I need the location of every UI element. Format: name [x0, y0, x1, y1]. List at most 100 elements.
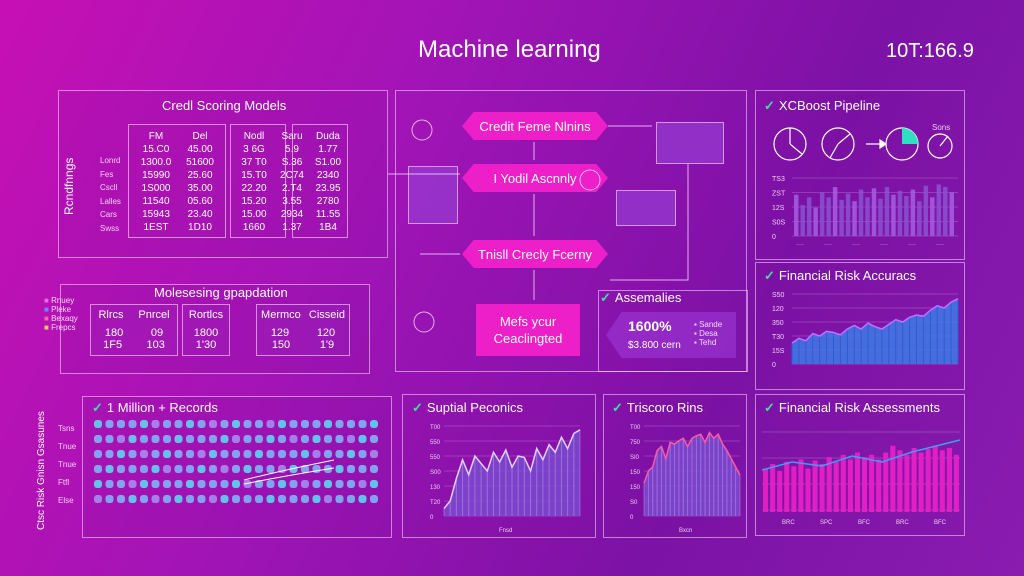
record-dot [128, 420, 137, 428]
record-dot [358, 435, 367, 443]
record-dot [163, 480, 171, 488]
record-dot [266, 435, 275, 443]
record-dot [197, 420, 206, 428]
record-dot [358, 420, 367, 428]
y-tick-label: 0 [772, 234, 776, 241]
x-tick-label: ···· [796, 242, 804, 248]
record-dot [312, 480, 321, 488]
processing-box-mid: Rortlcs 1800 1'30 [182, 304, 230, 356]
xgboost-pies: Sons [773, 123, 953, 161]
bar [852, 201, 857, 236]
x-axis-label: Bxcn [679, 528, 692, 534]
record-dot [255, 435, 263, 443]
record-dot [220, 420, 229, 428]
check-icon: ✓ [412, 400, 423, 415]
y-tick-label: 550 [430, 455, 441, 461]
bar [911, 448, 917, 512]
record-dot [301, 435, 309, 443]
record-dot [335, 450, 344, 458]
y-tick-label: S0 [630, 500, 638, 506]
legend-item: ■ Pleke [44, 305, 72, 314]
record-dot [324, 450, 332, 458]
record-dot [140, 420, 148, 428]
bar [794, 194, 799, 236]
bar [923, 185, 929, 236]
bar [813, 207, 818, 236]
record-dot [197, 495, 206, 503]
record-dot [128, 435, 137, 443]
record-dot [220, 480, 229, 488]
record-dot [266, 465, 275, 473]
record-dot [370, 465, 378, 473]
check-icon: ✓ [612, 400, 623, 415]
bar [939, 450, 945, 512]
record-dot [128, 495, 137, 503]
x-tick-label: BRC [896, 520, 909, 526]
record-dot [151, 495, 160, 503]
record-dot [151, 480, 160, 488]
triscoro-title: ✓ Triscoro Rins [612, 400, 703, 415]
y-tick-label: 350 [772, 320, 784, 327]
legend-item: ▪ Sande [694, 320, 723, 329]
record-dot [174, 465, 183, 473]
record-dot [117, 495, 125, 503]
record-dot [347, 450, 355, 458]
record-dot [370, 420, 378, 428]
record-dot [289, 480, 298, 488]
record-dot [117, 480, 125, 488]
bar [897, 190, 903, 236]
bar [791, 466, 797, 512]
record-dot [163, 435, 171, 443]
bar [904, 196, 909, 236]
record-dot [324, 435, 332, 443]
bar [798, 459, 804, 512]
risk-accuracy-chart: S50 120 350 T30 15S 0 [772, 292, 959, 369]
record-dot [370, 495, 378, 503]
y-tick-label: S0S [772, 220, 786, 227]
record-dot [220, 435, 229, 443]
record-dot [255, 495, 263, 503]
record-dot [197, 435, 206, 443]
record-dot [301, 450, 309, 458]
bar [943, 187, 948, 236]
record-dot [324, 495, 332, 503]
record-dot [220, 450, 229, 458]
record-dot [117, 465, 125, 473]
record-dot [174, 435, 183, 443]
record-dot [278, 435, 286, 443]
y-tick-label: T00 [630, 425, 641, 431]
record-dot [94, 480, 102, 488]
assemblies-legend: ▪ Sande ▪ Desa ▪ Tehd [694, 320, 722, 347]
suptial-title: ✓ Suptial Peconics [412, 400, 524, 415]
record-dot [243, 450, 252, 458]
record-dot [278, 450, 286, 458]
y-tick-label: T20 [430, 500, 441, 506]
record-dot [370, 450, 378, 458]
record-dot [232, 465, 240, 473]
bar [949, 192, 954, 236]
records-title: ✓ 1 Million + Records [92, 400, 218, 415]
y-tick-label: 120 [772, 306, 784, 313]
legend-item: ▪ Tehd [694, 338, 717, 347]
record-dot [324, 420, 332, 428]
y-tick-label: 550 [430, 440, 441, 446]
check-icon: ✓ [764, 400, 775, 415]
bar [858, 189, 864, 236]
record-dot [117, 450, 125, 458]
record-dot [174, 450, 183, 458]
bar [770, 464, 776, 512]
check-icon: ✓ [600, 290, 611, 305]
bar [832, 187, 838, 236]
record-dot [335, 495, 344, 503]
record-dot [232, 480, 240, 488]
xgboost-chart: TS3 ZST 12S S0S 0 ···· ···· ···· ···· ···· ···· [772, 176, 958, 248]
record-dot [163, 450, 171, 458]
bar [876, 459, 882, 512]
y-tick-label: T00 [430, 425, 441, 431]
record-dot [186, 420, 194, 428]
record-dot [197, 465, 206, 473]
record-dot [312, 450, 321, 458]
record-dot [163, 495, 171, 503]
record-dot [140, 465, 148, 473]
record-dot [301, 480, 309, 488]
